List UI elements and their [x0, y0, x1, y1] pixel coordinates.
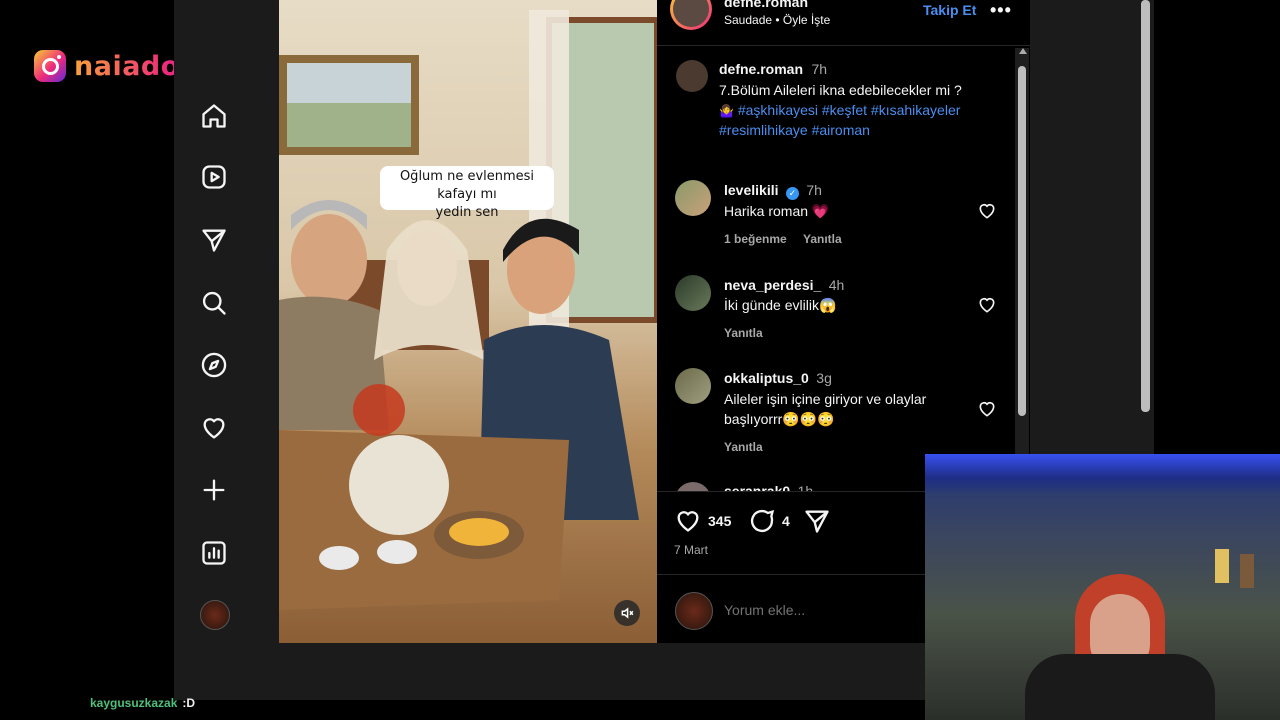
comment-text: İki günde evlilik😱 — [724, 297, 837, 313]
bar-chart-icon[interactable] — [200, 539, 228, 567]
comment-avatar[interactable] — [675, 180, 711, 216]
likes-count[interactable]: 345 — [708, 513, 731, 529]
comment-icon[interactable] — [748, 507, 776, 535]
comment-time: 7h — [806, 182, 822, 198]
compass-icon[interactable] — [200, 351, 228, 379]
post-date: 7 Mart — [674, 543, 709, 557]
comment-time: 1h — [797, 483, 814, 491]
caption-time: 7h — [811, 61, 828, 77]
webcam-overlay — [925, 454, 1280, 720]
speech-bubble: Oğlum ne evlenmesi kafayı mı yedin sen — [380, 166, 554, 220]
home-icon[interactable] — [200, 102, 228, 130]
audio-label[interactable]: Saudade • Öyle İşte — [724, 13, 830, 27]
caption-hashtags-line-1[interactable]: 🤷‍♀️ #aşkhikayesi #keşfet #kısahikayeler — [719, 100, 960, 121]
plus-icon[interactable] — [200, 476, 228, 504]
author-username[interactable]: defne.roman — [724, 0, 808, 10]
comment-text-line-2: başlıyorrr😳😳😳 — [724, 411, 835, 427]
chat-text: :D — [182, 696, 196, 710]
speech-bubble-line-2: yedin sen — [435, 205, 499, 220]
caption-username[interactable]: defne.roman — [719, 61, 803, 77]
profile-avatar[interactable] — [200, 600, 230, 630]
speech-bubble-line-1: Oğlum ne evlenmesi kafayı mı — [399, 169, 535, 202]
page-scrollbar-thumb[interactable] — [1141, 0, 1150, 412]
post-image — [279, 0, 657, 643]
send-icon[interactable] — [200, 226, 228, 254]
comment-avatar[interactable] — [675, 482, 711, 491]
comment-input[interactable]: Yorum ekle... — [724, 602, 805, 618]
heart-icon[interactable] — [200, 414, 228, 442]
mute-icon[interactable] — [614, 600, 640, 626]
comment-username[interactable]: neva_perdesi_ — [724, 277, 821, 293]
follow-button[interactable]: Takip Et — [923, 2, 976, 18]
comment-text: Harika roman 💗 — [724, 203, 830, 219]
comment-avatar[interactable] — [675, 368, 711, 404]
current-user-avatar — [675, 592, 713, 630]
like-icon[interactable] — [674, 507, 702, 535]
comment-text-line-1: Aileler işin içine giriyor ve olaylar — [724, 391, 927, 407]
comment-likes[interactable]: 1 beğenme — [724, 232, 787, 246]
heart-icon[interactable] — [977, 295, 997, 315]
chat-message: kaygusuzkazak :D — [90, 696, 195, 710]
comments-count[interactable]: 4 — [782, 513, 790, 529]
ellipsis-icon[interactable]: ••• — [990, 0, 1012, 21]
instagram-icon — [34, 50, 66, 82]
header-divider — [657, 45, 1030, 46]
caption-hashtags-1[interactable]: #aşkhikayesi #keşfet #kısahikayeler — [738, 102, 961, 118]
share-icon[interactable] — [803, 507, 831, 535]
heart-icon[interactable] — [977, 201, 997, 221]
comments-scrollbar-track[interactable] — [1015, 48, 1029, 493]
chat-username: kaygusuzkazak — [90, 696, 178, 710]
comment-username[interactable]: levelikili — [724, 182, 778, 198]
heart-icon[interactable] — [977, 399, 997, 419]
caption-text: 7.Bölüm Aileleri ikna edebilecekler mi ? — [719, 82, 962, 98]
comment-time: 4h — [828, 277, 845, 293]
search-icon[interactable] — [200, 289, 228, 317]
comment-avatar[interactable] — [675, 275, 711, 311]
verified-badge-icon: ✓ — [785, 187, 799, 200]
reply-button[interactable]: Yanıtla — [803, 232, 842, 246]
caption-hashtags-line-2[interactable]: #resimlihikaye #airoman — [719, 120, 870, 140]
comment-username[interactable]: seranrak0 — [724, 483, 790, 491]
comment-username[interactable]: okkaliptus_0 — [724, 370, 809, 386]
reply-button[interactable]: Yanıtla — [724, 326, 763, 340]
comments-scrollbar-thumb[interactable] — [1018, 66, 1026, 416]
reels-icon[interactable] — [200, 163, 228, 191]
reply-button[interactable]: Yanıtla — [724, 440, 763, 454]
caption-avatar[interactable] — [676, 60, 708, 92]
comment-time: 3g — [816, 370, 832, 386]
